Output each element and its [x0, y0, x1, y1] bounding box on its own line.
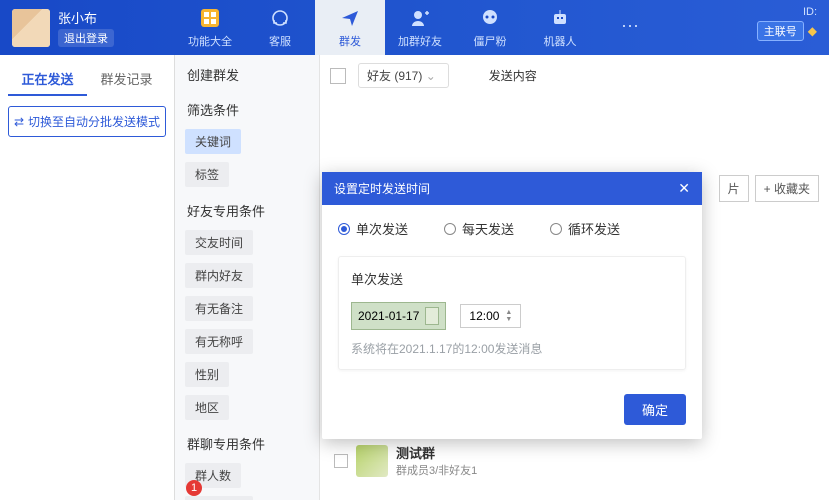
filter-title: 筛选条件: [175, 90, 319, 125]
list-item[interactable]: 测试群 群成员3/非好友1: [330, 437, 629, 484]
logout-button[interactable]: 退出登录: [58, 29, 114, 47]
nav-label: 客服: [269, 33, 291, 49]
send-icon: [339, 7, 361, 29]
radio-dot-icon: [550, 223, 562, 235]
id-label: ID:: [803, 6, 817, 18]
notification-badge[interactable]: 1: [186, 480, 202, 496]
user-plus-icon: [409, 7, 431, 29]
close-icon[interactable]: ✕: [678, 180, 690, 197]
card-title: 单次发送: [351, 269, 673, 288]
modal-title: 设置定时发送时间: [334, 180, 430, 197]
nav-item-zombie[interactable]: 僵尸粉: [455, 0, 525, 55]
attach-image-button[interactable]: 片: [719, 175, 749, 202]
spin-down-icon[interactable]: ▼: [505, 317, 512, 323]
spin-up-icon[interactable]: ▲: [505, 310, 512, 316]
more-icon: ···: [619, 15, 641, 37]
friend-filter-title: 好友专用条件: [175, 191, 319, 226]
group-sub: 群成员3/非好友1: [396, 462, 477, 478]
radio-dot-icon: [444, 223, 456, 235]
chip-has-nick[interactable]: 有无称呼: [185, 329, 253, 354]
user-name: 张小布: [58, 8, 114, 27]
ok-button[interactable]: 确定: [624, 394, 686, 425]
nav-item-addfriend[interactable]: 加群好友: [385, 0, 455, 55]
nav-label: 功能大全: [188, 33, 232, 49]
diamond-icon: ◆: [808, 24, 817, 38]
headset-icon: [269, 7, 291, 29]
row-checkbox[interactable]: [334, 454, 348, 468]
schedule-hint: 系统将在2021.1.17的12:00发送消息: [351, 340, 673, 357]
chip-is-owner[interactable]: 是否群主: [185, 496, 253, 500]
radio-loop[interactable]: 循环发送: [550, 219, 620, 238]
radio-daily[interactable]: 每天发送: [444, 219, 514, 238]
chip-keyword[interactable]: 关键词: [185, 129, 241, 154]
nav-item-broadcast[interactable]: 群发: [315, 0, 385, 55]
account-badge[interactable]: 主联号: [757, 21, 804, 41]
create-broadcast-title: 创建群发: [175, 55, 319, 90]
chip-region[interactable]: 地区: [185, 395, 229, 420]
group-filter-title: 群聊专用条件: [175, 424, 319, 459]
time-value: 12:00: [469, 309, 499, 323]
tab-sending[interactable]: 正在发送: [8, 63, 87, 96]
nav-label: 加群好友: [398, 33, 442, 49]
avatar[interactable]: [12, 9, 50, 47]
switch-mode-label: 切换至自动分批发送模式: [28, 113, 160, 130]
chip-friend-time[interactable]: 交友时间: [185, 230, 253, 255]
date-input[interactable]: 2021-01-17: [351, 302, 446, 330]
switch-mode-button[interactable]: ⇄ 切换至自动分批发送模式: [8, 106, 166, 137]
nav-label: 群发: [339, 33, 361, 49]
skull-icon: [479, 7, 501, 29]
group-avatar: [356, 445, 388, 477]
chip-tag[interactable]: 标签: [185, 162, 229, 187]
chip-has-remark[interactable]: 有无备注: [185, 296, 253, 321]
tab-history[interactable]: 群发记录: [87, 63, 166, 96]
nav-label: 机器人: [544, 33, 577, 49]
group-name: 测试群: [396, 443, 477, 462]
attach-fav-button[interactable]: + 收藏夹: [755, 175, 819, 202]
nav-item-more[interactable]: ···: [595, 0, 665, 55]
chevron-down-icon: ⌄: [426, 69, 436, 83]
robot-icon: [549, 7, 571, 29]
time-input[interactable]: 12:00 ▲▼: [460, 304, 521, 328]
friend-dropdown[interactable]: 好友 (917) ⌄: [358, 63, 449, 88]
nav-item-features[interactable]: 功能大全: [175, 0, 245, 55]
radio-dot-icon: [338, 223, 350, 235]
grid-icon: [199, 7, 221, 29]
date-value: 2021-01-17: [358, 309, 419, 323]
nav-label: 僵尸粉: [474, 33, 507, 49]
select-all-checkbox[interactable]: [330, 68, 346, 84]
schedule-modal: 设置定时发送时间 ✕ 单次发送 每天发送 循环发送 单次发送 2021-01-1…: [322, 172, 702, 439]
nav-item-bot[interactable]: 机器人: [525, 0, 595, 55]
radio-once[interactable]: 单次发送: [338, 219, 408, 238]
chip-group-friend[interactable]: 群内好友: [185, 263, 253, 288]
nav-item-support[interactable]: 客服: [245, 0, 315, 55]
chevron-down-icon[interactable]: [425, 307, 439, 325]
chip-gender[interactable]: 性别: [185, 362, 229, 387]
swap-icon: ⇄: [14, 115, 24, 129]
content-header: 发送内容: [489, 67, 537, 84]
